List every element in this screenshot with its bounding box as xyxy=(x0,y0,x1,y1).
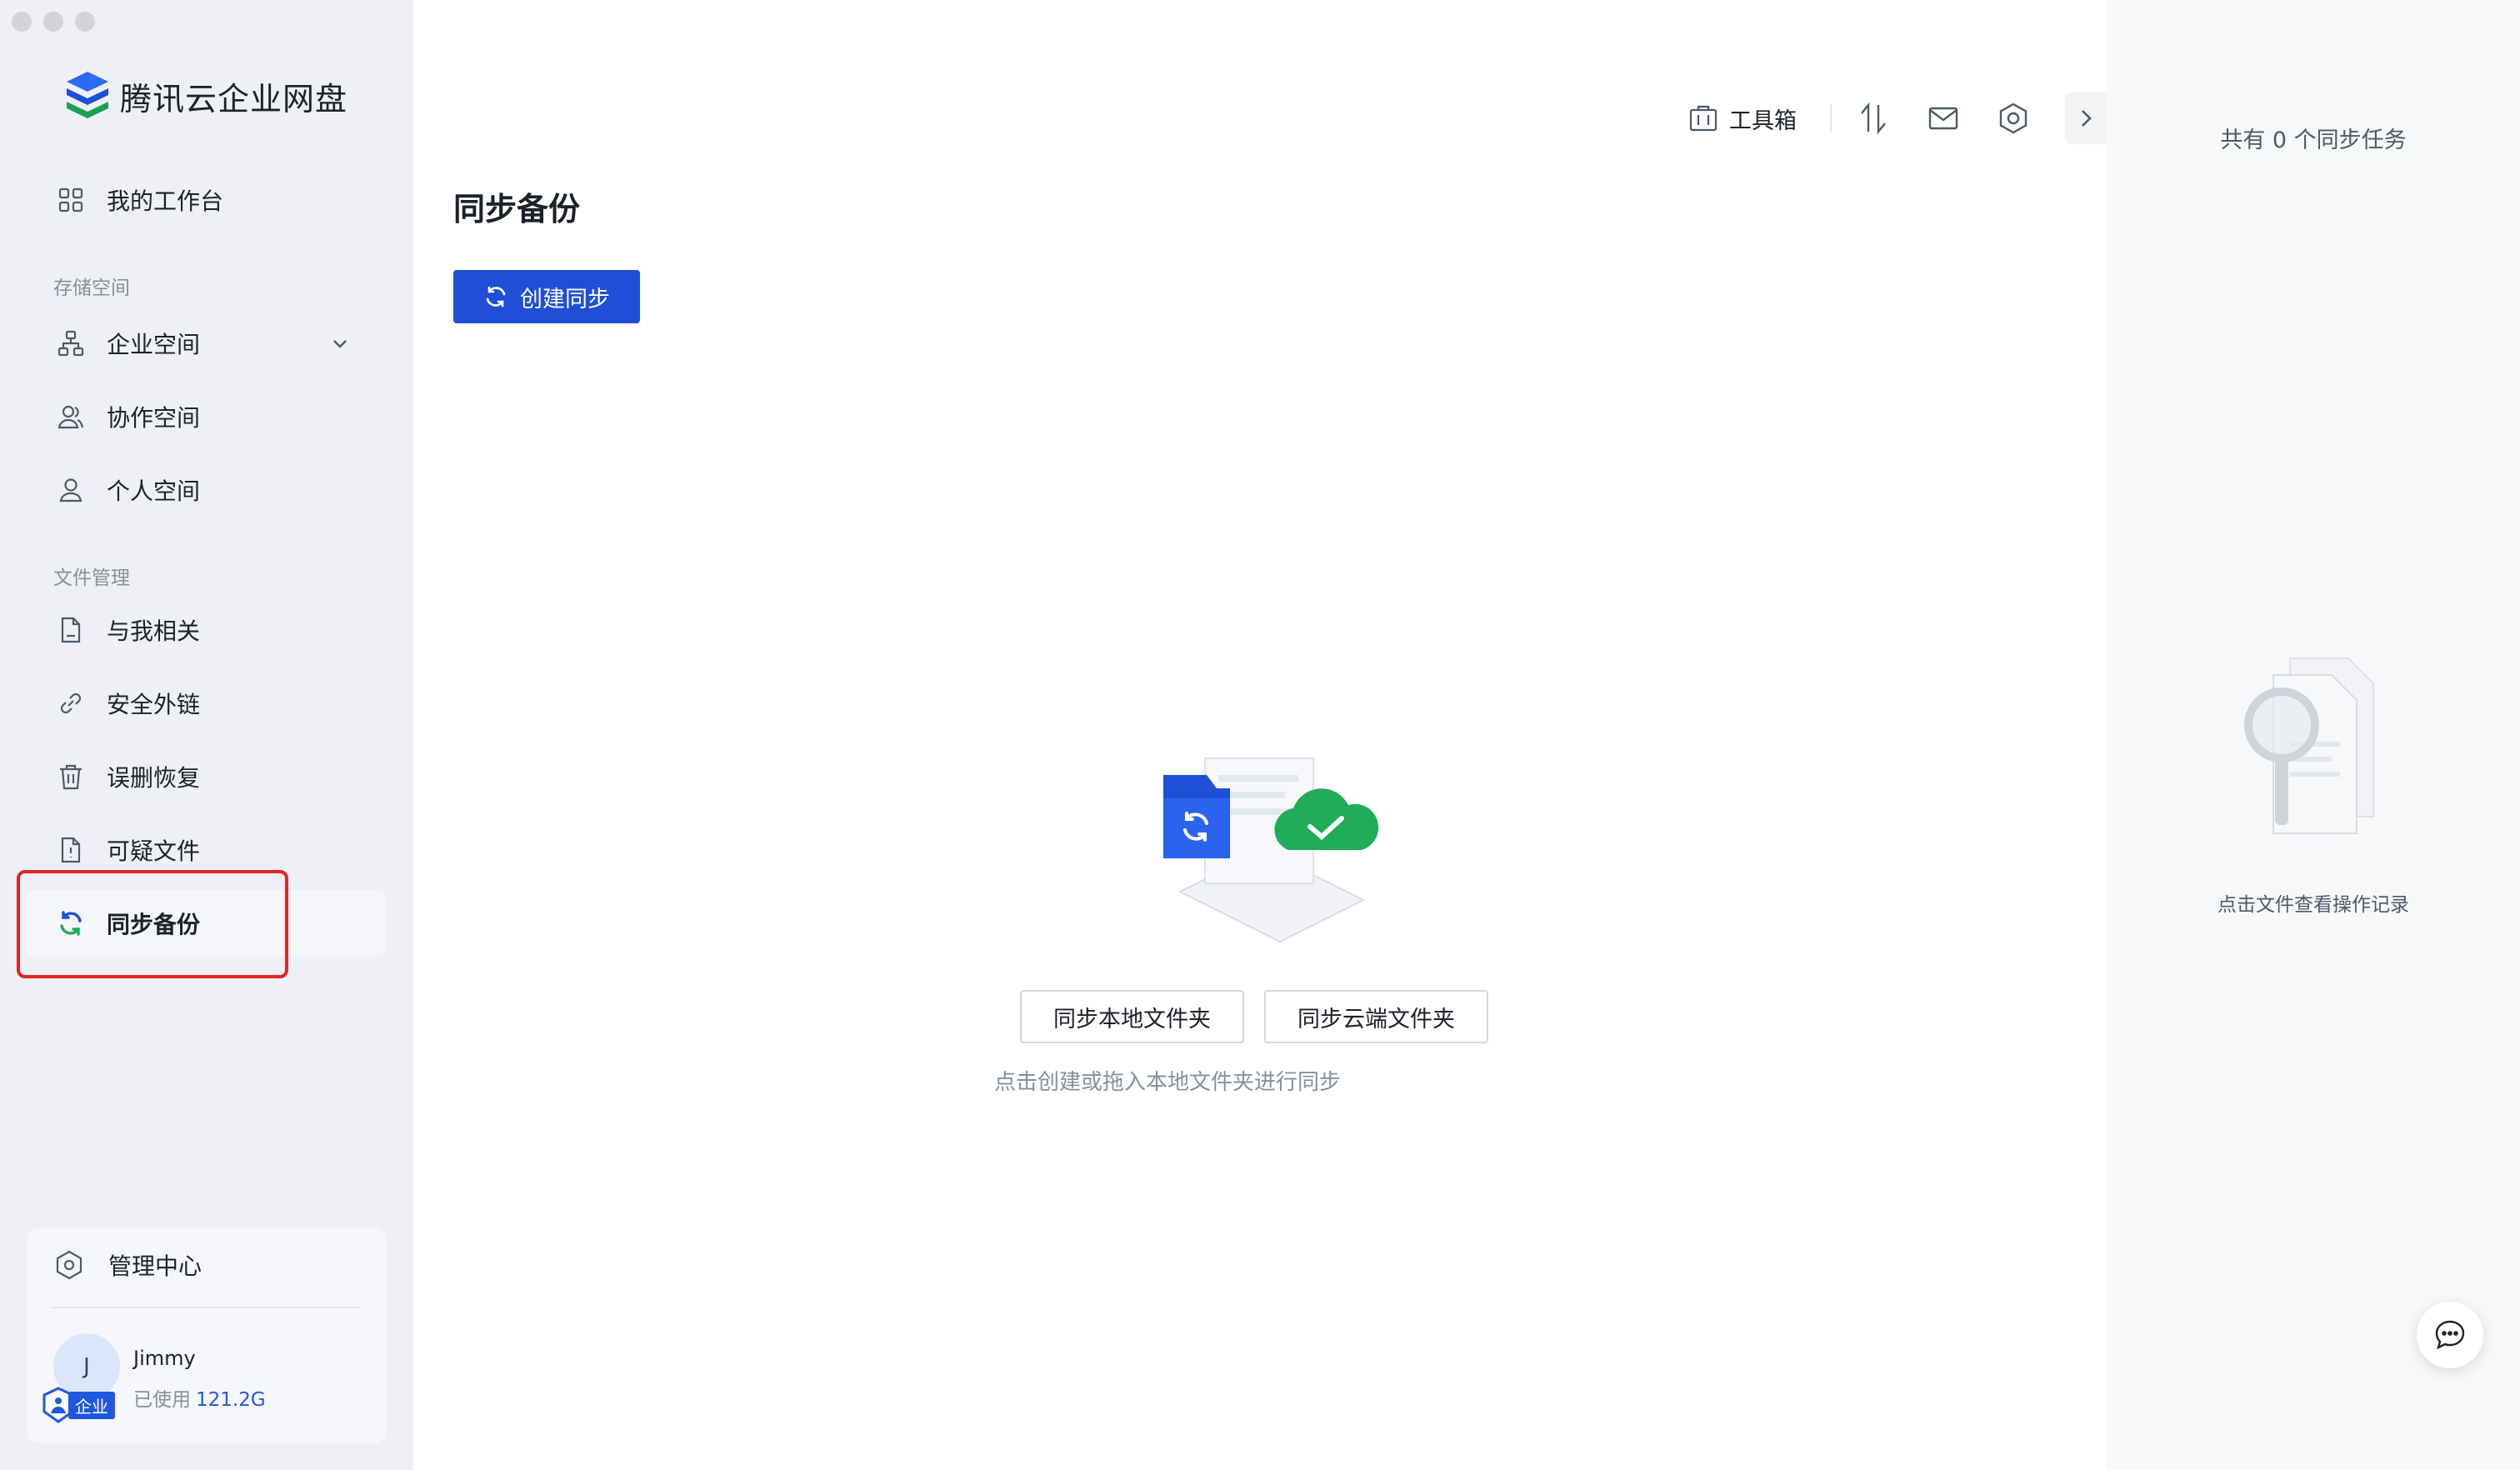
enterprise-badge: 企业 xyxy=(42,1387,115,1423)
page-title: 同步备份 xyxy=(453,191,581,228)
chevron-right-icon xyxy=(2082,110,2092,127)
storage-usage: 已使用 121.2G xyxy=(133,1383,266,1412)
toolbox-label: 工具箱 xyxy=(1729,108,1797,134)
sidebar-item-personal-space[interactable]: 个人空间 xyxy=(25,457,387,523)
sync-icon xyxy=(55,908,87,939)
user-name: Jimmy xyxy=(133,1347,196,1370)
usage-label: 已使用 xyxy=(133,1389,191,1411)
sync-options: 同步本地文件夹 同步云端文件夹 xyxy=(1020,990,1488,1043)
app-name: 腾讯云企业网盘 xyxy=(120,80,348,118)
chat-icon xyxy=(2435,1320,2465,1350)
toolbar-divider xyxy=(1830,104,1832,132)
divider xyxy=(52,1307,360,1308)
section-label-file-mgmt: 文件管理 xyxy=(53,568,130,589)
top-toolbar: 工具箱 xyxy=(1688,92,2107,144)
sidebar-item-sync-backup[interactable]: 同步备份 xyxy=(25,890,387,957)
sync-cloud-folder-button[interactable]: 同步云端文件夹 xyxy=(1264,990,1488,1043)
settings-button[interactable] xyxy=(1995,100,2032,137)
sync-local-folder-button[interactable]: 同步本地文件夹 xyxy=(1020,990,1244,1043)
admin-center-button[interactable]: 管理中心 xyxy=(53,1248,202,1282)
account-card: 管理中心 J 企业 Jimmy 已使用 121.2G xyxy=(27,1228,387,1443)
sidebar-item-label: 与我相关 xyxy=(107,618,201,645)
user-icon xyxy=(55,474,87,506)
section-label-storage: 存储空间 xyxy=(53,278,130,299)
search-document-illustration xyxy=(2244,658,2374,834)
main-content: 工具箱 同步备份 创建同步 同步本地文件夹 同步云端文件夹 点击创建或拖入本地文… xyxy=(413,0,2107,1470)
maximize-window-button[interactable] xyxy=(75,12,95,32)
mail-icon xyxy=(1928,107,1958,130)
grid-icon xyxy=(55,184,87,216)
document-icon xyxy=(55,614,87,646)
sidebar-item-secure-link[interactable]: 安全外链 xyxy=(25,670,387,737)
admin-center-label: 管理中心 xyxy=(108,1252,202,1280)
toolbox-button[interactable]: 工具箱 xyxy=(1688,102,1797,135)
enterprise-tag: 企业 xyxy=(68,1391,115,1419)
transfer-button[interactable] xyxy=(1855,100,1892,137)
chat-support-button[interactable] xyxy=(2417,1302,2483,1368)
empty-record-text: 点击文件查看操作记录 xyxy=(2218,894,2409,916)
link-icon xyxy=(55,688,87,719)
org-tree-icon xyxy=(55,328,87,359)
sync-task-count: 共有 0 个同步任务 xyxy=(2220,128,2407,153)
settings-hex-icon xyxy=(1999,102,2028,134)
usage-value: 121.2G xyxy=(196,1389,266,1411)
create-sync-label: 创建同步 xyxy=(520,286,610,312)
sidebar-item-enterprise-space[interactable]: 企业空间 xyxy=(25,310,387,377)
sidebar-item-label: 企业空间 xyxy=(107,331,201,358)
sidebar-item-label: 协作空间 xyxy=(107,404,201,432)
create-sync-button[interactable]: 创建同步 xyxy=(453,270,640,323)
chevron-down-icon[interactable] xyxy=(330,333,350,353)
expand-panel-button[interactable] xyxy=(2065,92,2107,144)
sidebar-item-label: 可疑文件 xyxy=(107,838,201,865)
sync-icon xyxy=(486,286,506,308)
sidebar-item-label: 同步备份 xyxy=(107,911,201,938)
minimize-window-button[interactable] xyxy=(43,12,63,32)
trash-icon xyxy=(55,761,87,792)
toolbox-icon xyxy=(1689,105,1718,132)
warning-file-icon xyxy=(55,834,87,866)
sidebar-item-related[interactable]: 与我相关 xyxy=(25,597,387,663)
app-logo-icon xyxy=(67,72,108,118)
sync-folder-illustration xyxy=(1163,758,1379,943)
close-window-button[interactable] xyxy=(12,12,32,32)
sidebar-item-label: 我的工作台 xyxy=(107,188,224,215)
sidebar-item-suspicious[interactable]: 可疑文件 xyxy=(25,817,387,883)
right-panel: 共有 0 个同步任务 点击文件查看操作记录 xyxy=(2107,0,2520,1470)
users-icon xyxy=(55,401,87,432)
sidebar-item-label: 误删恢复 xyxy=(107,764,201,792)
sidebar-item-label: 个人空间 xyxy=(107,478,201,505)
messages-button[interactable] xyxy=(1925,100,1962,137)
window-controls xyxy=(12,12,95,32)
sidebar-item-label: 安全外链 xyxy=(107,691,201,718)
transfer-icon xyxy=(1861,102,1886,135)
settings-hex-icon xyxy=(56,1250,82,1280)
sidebar: 腾讯云企业网盘 我的工作台 存储空间 企业空间 协作空间 个人空间 文件管理 与… xyxy=(0,0,413,1470)
app-brand: 腾讯云企业网盘 xyxy=(63,70,348,122)
sidebar-item-recovery[interactable]: 误删恢复 xyxy=(25,743,387,810)
sidebar-item-collab-space[interactable]: 协作空间 xyxy=(25,383,387,450)
empty-hint: 点击创建或拖入本地文件夹进行同步 xyxy=(993,1070,1341,1095)
sidebar-item-workspace[interactable]: 我的工作台 xyxy=(25,167,387,233)
